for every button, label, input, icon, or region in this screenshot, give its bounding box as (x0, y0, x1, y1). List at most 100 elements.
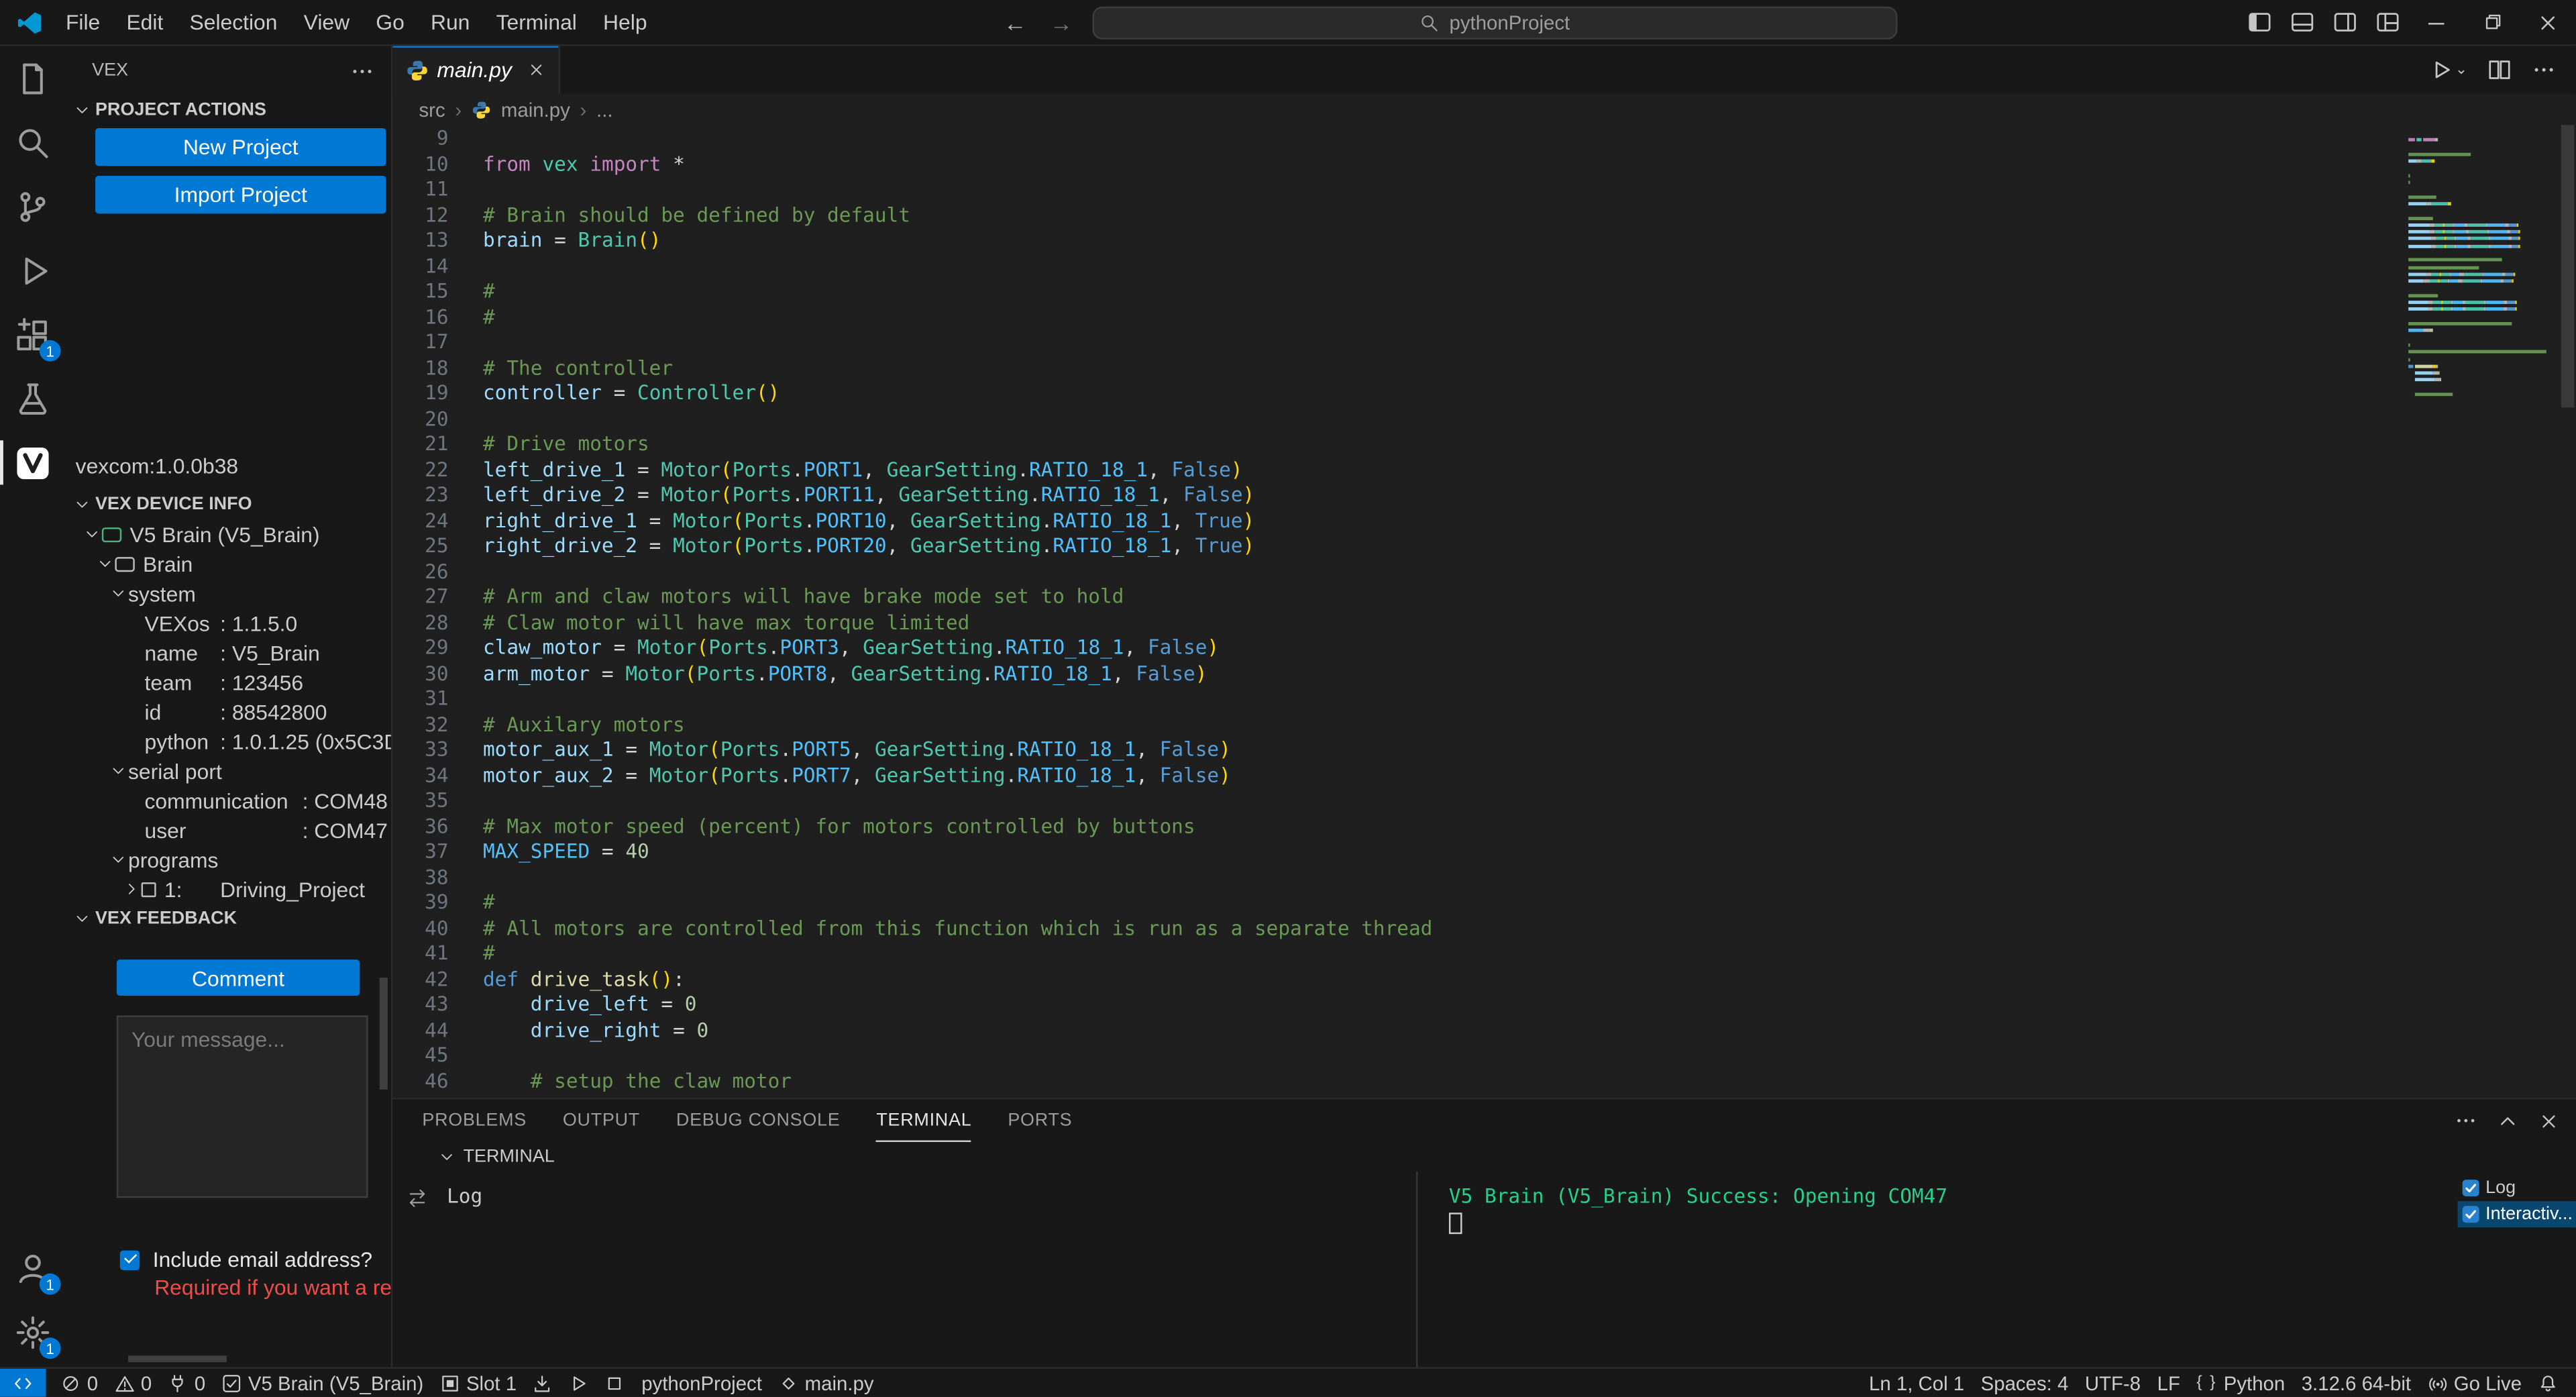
more-actions-icon[interactable] (2455, 1109, 2477, 1132)
tree-row-system[interactable]: system (66, 578, 391, 608)
breadcrumb-item[interactable]: main.py (501, 98, 570, 121)
status-notifications[interactable] (2530, 1369, 2566, 1397)
tree-row-v5-brain-v5-brain-[interactable]: V5 Brain (V5_Brain) (66, 519, 391, 549)
status-problems-warnings[interactable]: 0 (106, 1369, 160, 1397)
split-editor-icon[interactable] (2487, 58, 2512, 83)
status-eol[interactable]: LF (2149, 1369, 2188, 1397)
terminal-instance-log[interactable]: Log (2458, 1175, 2576, 1201)
breadcrumb-item[interactable]: src (419, 98, 445, 121)
tree-row-serial-port[interactable]: serial port (66, 756, 391, 785)
sidebar-vertical-scrollbar[interactable] (380, 978, 388, 1090)
feedback-message-input[interactable] (117, 1015, 368, 1198)
section-project-actions[interactable]: PROJECT ACTIONS (66, 95, 391, 125)
toggle-secondary-sidebar-icon[interactable] (2323, 0, 2366, 45)
scrollbar-thumb[interactable] (2561, 125, 2575, 407)
close-tab-icon[interactable] (527, 61, 545, 79)
panel-tab-problems[interactable]: PROBLEMS (422, 1099, 527, 1142)
status-go-live[interactable]: Go Live (2419, 1369, 2530, 1397)
email-checkbox-row[interactable]: Include email address? (120, 1247, 391, 1272)
run-python-file-button[interactable]: ⌄ (2429, 58, 2468, 83)
new-project-button[interactable]: New Project (95, 128, 386, 166)
nav-back-icon[interactable]: ← (1000, 9, 1030, 35)
email-checkbox[interactable] (120, 1249, 140, 1269)
toggle-panel-icon[interactable] (2280, 0, 2323, 45)
activity-accounts[interactable]: 1 (0, 1236, 66, 1300)
status-active-file[interactable]: main.py (770, 1369, 882, 1397)
status-python-interpreter[interactable]: 3.12.6 64-bit (2293, 1369, 2419, 1397)
maximize-panel-icon[interactable] (2497, 1110, 2518, 1131)
panel-tab-ports[interactable]: PORTS (1008, 1099, 1072, 1142)
command-center-search[interactable]: pythonProject (1092, 6, 1897, 39)
menu-help[interactable]: Help (590, 0, 660, 44)
activity-run-and-debug[interactable] (0, 238, 66, 303)
tree-row-name[interactable]: name: V5_Brain (66, 637, 391, 667)
tree-row-team[interactable]: team: 123456 (66, 667, 391, 696)
close-button[interactable] (2520, 0, 2576, 45)
section-device-info[interactable]: VEX DEVICE INFO (66, 490, 391, 519)
import-project-button[interactable]: Import Project (95, 176, 386, 213)
status-indentation[interactable]: Spaces: 4 (1972, 1369, 2076, 1397)
activity-source-control[interactable] (0, 174, 66, 239)
tree-row-id[interactable]: id: 88542800 (66, 696, 391, 726)
toggle-primary-sidebar-icon[interactable] (2237, 0, 2280, 45)
tree-row-vexos[interactable]: VEXos: 1.1.5.0 (66, 608, 391, 637)
menu-view[interactable]: View (290, 0, 363, 44)
status-cursor-position[interactable]: Ln 1, Col 1 (1861, 1369, 1973, 1397)
minimize-button[interactable] (2408, 0, 2464, 45)
terminal-body[interactable]: Log V5 Brain (V5_Brain) Success: Opening… (392, 1172, 2576, 1367)
activity-testing[interactable] (0, 366, 66, 431)
panel-tab-debug-console[interactable]: DEBUG CONSOLE (676, 1099, 841, 1142)
sidebar-horizontal-scrollbar[interactable] (128, 1355, 227, 1362)
activity-extensions[interactable]: 1 (0, 303, 66, 367)
section-feedback[interactable]: VEX FEEDBACK (66, 904, 391, 933)
panel-actions (2455, 1109, 2576, 1132)
status-ports-count[interactable]: 0 (160, 1369, 213, 1397)
breadcrumb-item[interactable]: ... (596, 98, 613, 121)
activity-vex[interactable] (0, 431, 66, 495)
editor-scrollbar[interactable] (2559, 125, 2575, 1098)
more-actions-icon[interactable] (2532, 58, 2557, 83)
status-vex-download[interactable] (525, 1369, 561, 1397)
menu-go[interactable]: Go (363, 0, 418, 44)
menu-file[interactable]: File (52, 0, 113, 44)
status-vex-device[interactable]: V5 Brain (V5_Brain) (214, 1369, 432, 1397)
status-vex-stop[interactable] (597, 1369, 633, 1397)
terminal-instance-interactiv-[interactable]: Interactiv... (2458, 1201, 2576, 1227)
status-project-name[interactable]: pythonProject (633, 1369, 770, 1397)
nav-forward-icon[interactable]: → (1046, 9, 1076, 35)
tree-row-user[interactable]: user: COM47 (66, 815, 391, 845)
terminal-pane-right[interactable]: V5 Brain (V5_Brain) Success: Opening COM… (1419, 1172, 2458, 1367)
tree-row-programs[interactable]: programs (66, 845, 391, 874)
close-panel-icon[interactable] (2538, 1110, 2560, 1131)
status-encoding[interactable]: UTF-8 (2077, 1369, 2149, 1397)
remote-window-indicator[interactable] (0, 1369, 46, 1397)
code-editor[interactable]: 910from vex import *1112# Brain should b… (392, 125, 2576, 1098)
menu-run[interactable]: Run (417, 0, 483, 44)
comment-button[interactable]: Comment (117, 960, 360, 996)
menu-edit[interactable]: Edit (113, 0, 176, 44)
minimap-line (2408, 393, 2556, 396)
activity-search[interactable] (0, 110, 66, 174)
status-problems-errors[interactable]: 0 (52, 1369, 106, 1397)
minimap[interactable] (2408, 132, 2556, 1098)
customize-layout-icon[interactable] (2365, 0, 2408, 45)
tree-row-communication[interactable]: communication: COM48 (66, 786, 391, 815)
terminal-pane-left[interactable]: Log (392, 1172, 1417, 1367)
tree-row-1-[interactable]: 1:Driving_Project (66, 874, 391, 904)
tree-row-brain[interactable]: Brain (66, 549, 391, 578)
more-actions-icon[interactable] (350, 58, 375, 83)
status-vex-run[interactable] (561, 1369, 597, 1397)
activity-manage[interactable]: 1 (0, 1300, 66, 1364)
status-vex-slot[interactable]: Slot 1 (432, 1369, 525, 1397)
activity-explorer[interactable] (0, 46, 66, 111)
restore-button[interactable] (2464, 0, 2520, 45)
terminal-section-header[interactable]: TERMINAL (392, 1142, 2576, 1172)
menu-selection[interactable]: Selection (176, 0, 290, 44)
breadcrumb[interactable]: src›main.py›... (392, 94, 2576, 125)
tree-row-python[interactable]: python: 1.0.1.25 (0x5C3D... (66, 726, 391, 756)
menu-terminal[interactable]: Terminal (483, 0, 590, 44)
panel-tab-terminal[interactable]: TERMINAL (876, 1099, 971, 1142)
tab-main-py[interactable]: main.py (392, 46, 559, 94)
status-language-mode[interactable]: { }Python (2188, 1369, 2293, 1397)
panel-tab-output[interactable]: OUTPUT (563, 1099, 640, 1142)
